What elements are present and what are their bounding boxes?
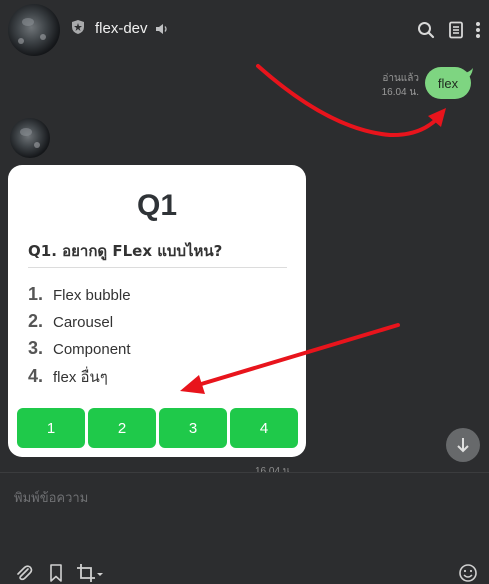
option-number: 1. [28, 284, 44, 304]
option-item: 4. flex อื่นๆ [28, 365, 108, 389]
avatar[interactable] [8, 4, 60, 56]
scroll-down-button[interactable] [446, 428, 480, 462]
bookmark-icon[interactable] [46, 563, 66, 583]
crop-icon[interactable] [76, 563, 104, 583]
option-number: 4. [28, 366, 44, 386]
sent-message-meta: อ่านแล้ว 16.04 น. [382, 72, 419, 100]
sent-message-bubble[interactable]: flex [425, 67, 471, 99]
annotation-arrow-head [428, 108, 446, 127]
sent-time: 16.04 น. [381, 87, 419, 98]
chat-header: flex-dev [0, 0, 489, 60]
answer-button-3[interactable]: 3 [159, 408, 227, 448]
read-label: อ่านแล้ว [382, 73, 419, 84]
more-icon[interactable] [472, 20, 484, 40]
option-label: Carousel [53, 314, 114, 331]
option-number: 3. [28, 338, 44, 358]
option-label: flex อื่นๆ [53, 369, 108, 386]
flex-message-card: Q1 Q1. อยากดู FLex แบบไหน? 1. Flex bubbl… [8, 165, 306, 457]
card-divider [28, 267, 287, 268]
option-item: 3. Component [28, 338, 131, 359]
option-label: Flex bubble [53, 287, 131, 304]
answer-button-4[interactable]: 4 [230, 408, 298, 448]
notes-icon[interactable] [446, 20, 466, 40]
answer-button-1[interactable]: 1 [17, 408, 85, 448]
paperclip-icon[interactable] [14, 563, 34, 583]
option-number: 2. [28, 311, 44, 331]
emoji-icon[interactable] [458, 563, 478, 583]
arrow-down-icon [457, 438, 469, 453]
speaker-icon[interactable] [155, 22, 169, 36]
card-title: Q1 [136, 189, 178, 222]
option-item: 1. Flex bubble [28, 284, 131, 305]
option-item: 2. Carousel [28, 311, 113, 332]
bot-avatar[interactable] [10, 118, 50, 158]
answer-button-2[interactable]: 2 [88, 408, 156, 448]
shield-icon [72, 20, 84, 34]
search-icon[interactable] [416, 20, 436, 40]
chat-name: flex-dev [95, 20, 148, 37]
message-input-area[interactable]: พิมพ์ข้อความ [0, 472, 489, 584]
option-label: Component [53, 341, 131, 358]
card-question: Q1. อยากดู FLex แบบไหน? [28, 242, 223, 260]
message-input-placeholder: พิมพ์ข้อความ [14, 490, 89, 505]
